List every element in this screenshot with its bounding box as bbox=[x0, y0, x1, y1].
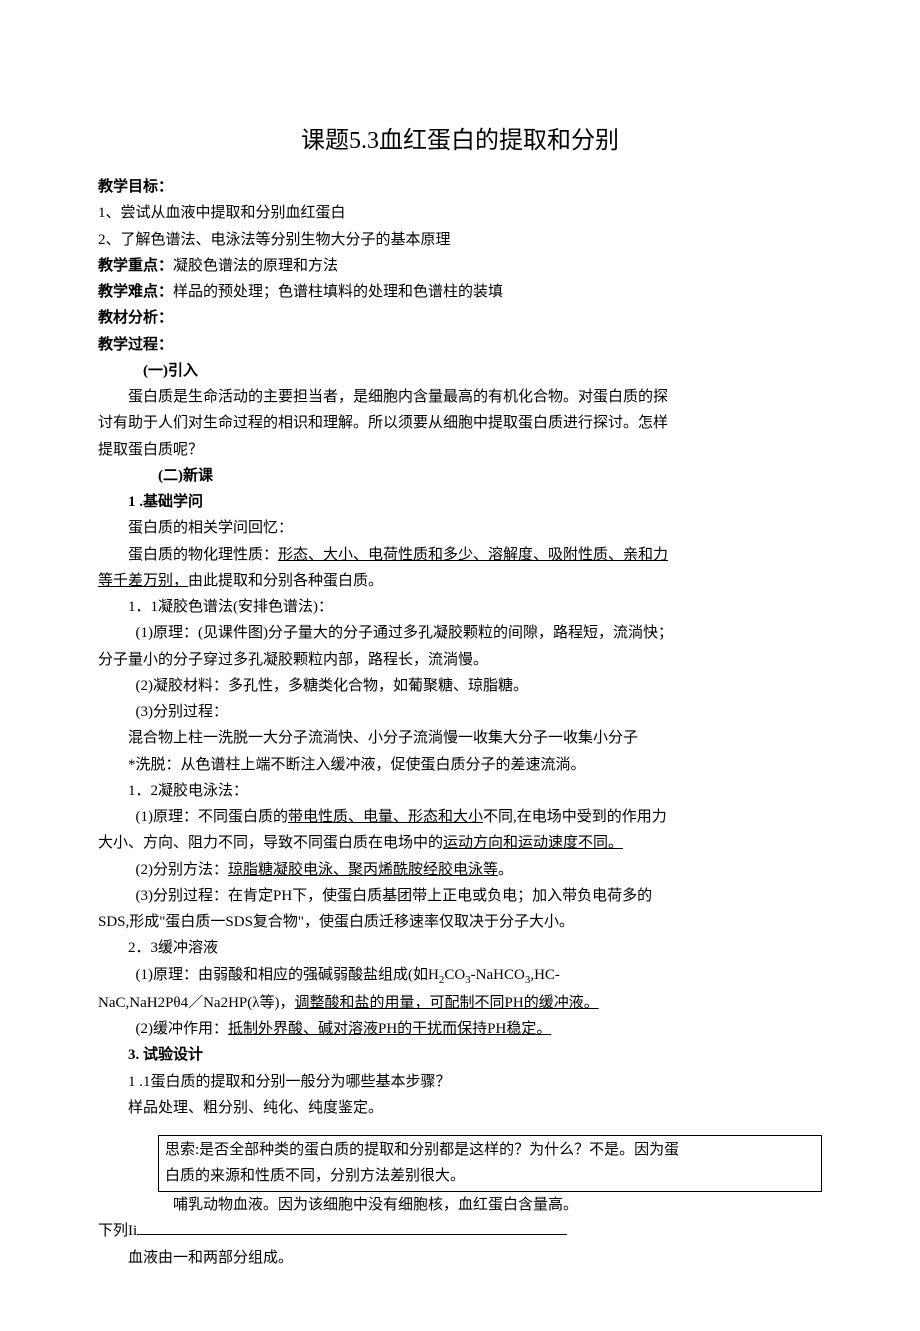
spacer bbox=[98, 1121, 822, 1135]
bottom-blank-line: 下列Ii bbox=[98, 1218, 822, 1244]
goal-item-1: 1、尝试从血液中提取和分别血红蛋白 bbox=[98, 200, 822, 226]
buffer-hc: ,HC- bbox=[530, 967, 560, 983]
section-2-12-p2: (2)分别方法：琼脂糖凝胶电泳、聚丙烯酰胺经胶电泳等。 bbox=[98, 857, 822, 883]
heading-difficulty: 教学难点：样品的预处理；色谱柱填料的处理和色谱柱的装填 bbox=[98, 279, 822, 305]
section-3-1: 1 .1蛋白质的提取和分别一般分为哪些基本步骤？ bbox=[98, 1069, 822, 1095]
section-2-11-head: 1．1凝胶色谱法(安排色谱法)： bbox=[98, 594, 822, 620]
section-2-23-p2: (2)缓冲作用：抵制外界酸、碱对溶液PH的干扰而保持PH稳定。 bbox=[98, 1016, 822, 1042]
phys-prop-prefix: 蛋白质的物化理性质： bbox=[128, 547, 278, 563]
section-3-head: 3. 试验设计 bbox=[98, 1042, 822, 1068]
last-line: 血液由一和两部分组成。 bbox=[98, 1245, 822, 1271]
section-2-1-head: 1 .基础学问 bbox=[98, 489, 822, 515]
section-1-head: (一)引入 bbox=[98, 358, 822, 384]
elec-method-post: 。 bbox=[498, 862, 513, 878]
buffer-p2-u: 抵制外界酸、碱对溶液PH的干扰而保持PH稳定。 bbox=[228, 1021, 551, 1037]
question-box: 思索:是否全部种类的蛋白质的提取和分别都是这样的？为什么？不是。因为蛋 白质的来… bbox=[158, 1135, 822, 1192]
elec-principle-b-u: 运动方向和运动速度不同。 bbox=[443, 835, 623, 851]
phys-prop-post: 由此提取和分别各种蛋白质。 bbox=[188, 573, 383, 589]
heading-goal: 教学目标： bbox=[98, 174, 822, 200]
document-page: 课题5.3血红蛋白的提取和分别 教学目标： 1、尝试从血液中提取和分别血红蛋白 … bbox=[0, 0, 920, 1331]
section-2-1-b-line1: 蛋白质的物化理性质：形态、大小、电荷性质和多少、溶解度、吸附性质、亲和力 bbox=[98, 542, 822, 568]
heading-keypoint: 教学重点：凝胶色谱法的原理和方法 bbox=[98, 253, 822, 279]
elec-method-pre: (2)分别方法： bbox=[136, 862, 229, 878]
phys-prop-underline-2: 等千差万别， bbox=[98, 573, 188, 589]
buffer-co3: CO bbox=[444, 967, 465, 983]
section-1-line-3: 提取蛋白质呢？ bbox=[98, 437, 822, 463]
section-2-12-p1-line2: 大小、方向、阻力不同，导致不同蛋白质在电场中的运动方向和运动速度不同。 bbox=[98, 830, 822, 856]
box-line-2: 白质的来源和性质不同，分别方法差别很大。 bbox=[165, 1164, 815, 1190]
elec-method-u: 琼脂糖凝胶电泳、聚丙烯酰胺经胶电泳等 bbox=[228, 862, 498, 878]
difficulty-label: 教学难点： bbox=[98, 284, 173, 300]
section-2-11-p2: (2)凝胶材料：多孔性，多糖类化合物，如葡聚糖、琼脂糖。 bbox=[98, 673, 822, 699]
heading-process: 教学过程： bbox=[98, 332, 822, 358]
section-2-1-b-line2: 等千差万别，由此提取和分别各种蛋白质。 bbox=[98, 568, 822, 594]
elec-principle-b-pre: 大小、方向、阻力不同，导致不同蛋白质在电场中的 bbox=[98, 835, 443, 851]
keypoint-text: 凝胶色谱法的原理和方法 bbox=[173, 258, 338, 274]
goal-item-2: 2、了解色谱法、电泳法等分别生物大分子的基本原理 bbox=[98, 227, 822, 253]
section-2-1-a: 蛋白质的相关学问回忆： bbox=[98, 515, 822, 541]
section-2-11-p3a: 混合物上柱一洗脱一大分子流淌快、小分子流淌慢一收集大分子一收集小分子 bbox=[98, 725, 822, 751]
buffer-nahco3: -NaHCO bbox=[471, 967, 525, 983]
elec-principle-prefix: (1)原理：不同蛋白质的 bbox=[136, 809, 289, 825]
keypoint-label: 教学重点： bbox=[98, 258, 173, 274]
page-title: 课题5.3血红蛋白的提取和分别 bbox=[98, 120, 822, 162]
section-2-11-p1a: (1)原理：(见课件图)分子量大的分子通过多孔凝胶颗粒的间隙，路程短，流淌快； bbox=[98, 620, 822, 646]
buffer-p2-pre: (2)缓冲作用： bbox=[136, 1021, 229, 1037]
elec-principle-mid: 不同,在电场中受到的作用力 bbox=[483, 809, 667, 825]
after-box-line: 哺乳动物血液。因为该细胞中没有细胞核，血红蛋白含量高。 bbox=[98, 1192, 822, 1218]
section-2-11-p3b: *洗脱：从色谱柱上端不断注入缓冲液，促使蛋白质分子的差速流淌。 bbox=[98, 752, 822, 778]
section-1-line-2: 讨有助于人们对生命过程的相识和理解。所以须要从细胞中提取蛋白质进行探讨。怎样 bbox=[98, 410, 822, 436]
section-2-23-head: 2．3缓冲溶液 bbox=[98, 935, 822, 961]
elec-principle-u1: 带电性质、电量、形态和大小 bbox=[288, 809, 483, 825]
bottom-label: 下列Ii bbox=[98, 1223, 137, 1239]
difficulty-text: 样品的预处理；色谱柱填料的处理和色谱柱的装填 bbox=[173, 284, 503, 300]
section-2-head: (二)新课 bbox=[98, 463, 822, 489]
section-2-23-p1-line1: (1)原理：由弱酸和相应的强碱弱酸盐组成(如H2CO3-NaHCO3,HC- bbox=[98, 962, 822, 990]
buffer-p1b-pre: NaC,NaH2Pθ4／Na2HP(λ等)， bbox=[98, 995, 295, 1011]
section-2-12-p3b: SDS,形成"蛋白质一SDS复合物"，使蛋白质迁移速率仅取决于分子大小。 bbox=[98, 909, 822, 935]
section-3-1a: 样品处理、粗分别、纯化、纯度鉴定。 bbox=[98, 1095, 822, 1121]
buffer-p1b-u: 调整酸和盐的用量，可配制不同PH的缓冲液。 bbox=[295, 995, 599, 1011]
section-2-11-p1b: 分子量小的分子穿过多孔凝胶颗粒内部，路程长，流淌慢。 bbox=[98, 647, 822, 673]
box-line-1: 思索:是否全部种类的蛋白质的提取和分别都是这样的？为什么？不是。因为蛋 bbox=[165, 1138, 815, 1164]
buffer-p1-pre: (1)原理：由弱酸和相应的强碱弱酸盐组成(如H bbox=[136, 967, 439, 983]
phys-prop-underline: 形态、大小、电荷性质和多少、溶解度、吸附性质、亲和力 bbox=[278, 547, 668, 563]
section-2-23-p1-line2: NaC,NaH2Pθ4／Na2HP(λ等)，调整酸和盐的用量，可配制不同PH的缓… bbox=[98, 990, 822, 1016]
section-2-12-p3a: (3)分别过程：在肯定PH下，使蛋白质基团带上正电或负电；加入带负电荷多的 bbox=[98, 883, 822, 909]
section-1-line-1: 蛋白质是生命活动的主要担当者，是细胞内含量最高的有机化合物。对蛋白质的探 bbox=[98, 384, 822, 410]
section-2-11-p3: (3)分别过程： bbox=[98, 699, 822, 725]
heading-analysis: 教材分析： bbox=[98, 305, 822, 331]
blank-underline bbox=[137, 1219, 567, 1235]
section-2-12-p1-line1: (1)原理：不同蛋白质的带电性质、电量、形态和大小不同,在电场中受到的作用力 bbox=[98, 804, 822, 830]
section-2-12-head: 1．2凝胶电泳法： bbox=[98, 778, 822, 804]
